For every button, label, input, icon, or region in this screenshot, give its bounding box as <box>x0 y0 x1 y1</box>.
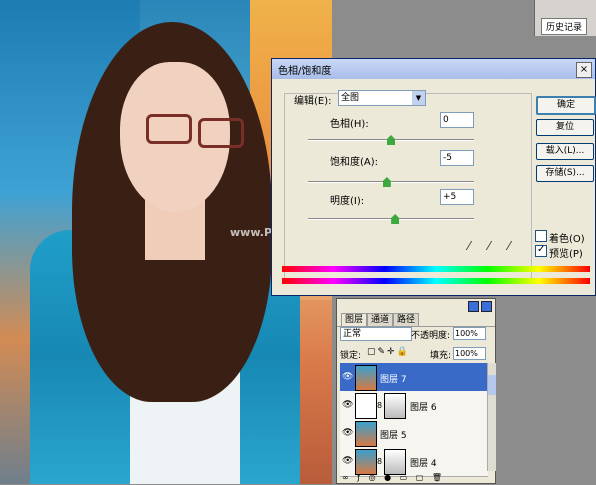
layer-thumbnail <box>355 393 377 419</box>
history-panel: 历史记录 <box>534 0 596 36</box>
eye-icon[interactable]: 👁 <box>342 428 353 438</box>
preview-checkbox[interactable]: ✓ <box>535 244 547 257</box>
link-icon[interactable]: 8 <box>377 401 382 410</box>
eyedropper-minus-icon[interactable]: ⁄ <box>508 239 510 253</box>
blend-mode-select[interactable]: 正常 <box>340 327 412 341</box>
colorize-checkbox[interactable] <box>535 230 547 242</box>
edit-label: 编辑(E): <box>294 96 332 107</box>
layer-row[interactable]: 👁 8 图层 6 <box>340 391 488 421</box>
layer-name: 图层 6 <box>410 403 437 413</box>
hue-field[interactable]: 0 <box>440 112 474 128</box>
reset-button[interactable]: 复位 <box>536 119 594 136</box>
minimize-icon[interactable] <box>468 301 479 312</box>
edit-select[interactable]: 全图 ▼ <box>338 90 426 106</box>
saturation-slider-track[interactable] <box>308 181 474 183</box>
opacity-label: 不透明度: <box>411 331 451 341</box>
adjustment-group <box>284 93 532 281</box>
layer-thumbnail <box>355 449 377 475</box>
layer-name: 图层 7 <box>380 375 407 385</box>
history-tab[interactable]: 历史记录 <box>541 18 588 35</box>
dialog-title: 色相/饱和度 <box>278 65 332 77</box>
layers-panel: 图层 通道 路径 正常 不透明度: 100% 锁定: ▢✎✛🔒 填充: 100%… <box>336 298 496 484</box>
lock-icons[interactable]: ▢✎✛🔒 <box>367 347 410 357</box>
tab-layers[interactable]: 图层 <box>341 313 368 326</box>
hue-saturation-dialog: 色相/饱和度 × 编辑(E): 全图 ▼ 色相(H): 0 饱和度(A): -5… <box>271 58 596 296</box>
glasses-right <box>198 118 244 148</box>
eye-icon[interactable]: 👁 <box>342 400 353 410</box>
lightness-field[interactable]: +5 <box>440 189 474 205</box>
preview-label: 预览(P) <box>549 249 583 260</box>
load-button[interactable]: 载入(L)... <box>536 143 594 160</box>
glasses-left <box>146 114 192 144</box>
tab-channels[interactable]: 通道 <box>367 313 394 326</box>
hue-label: 色相(H): <box>330 119 369 130</box>
eyedropper-icon[interactable]: ⁄ <box>468 239 470 253</box>
tab-paths[interactable]: 路径 <box>393 313 420 326</box>
close-icon[interactable] <box>481 301 492 312</box>
layer-row[interactable]: 👁 图层 5 <box>340 419 488 449</box>
colorize-label: 着色(O) <box>549 234 585 245</box>
opacity-field[interactable]: 100% <box>453 327 486 340</box>
layer-name: 图层 5 <box>380 431 407 441</box>
saturation-field[interactable]: -5 <box>440 150 474 166</box>
layers-scrollbar[interactable] <box>487 363 496 471</box>
layer-row[interactable]: 👁 图层 7 <box>340 363 488 393</box>
dialog-titlebar[interactable]: 色相/饱和度 <box>272 59 595 79</box>
layer-mask-thumbnail[interactable] <box>384 449 406 475</box>
link-icon[interactable]: 8 <box>377 457 382 466</box>
lightness-slider-track[interactable] <box>308 218 474 220</box>
panel-tabs: 图层 通道 路径 <box>337 313 495 327</box>
ok-button[interactable]: 确定 <box>536 96 596 115</box>
eye-icon[interactable]: 👁 <box>342 456 353 466</box>
close-button[interactable]: × <box>576 62 592 78</box>
lightness-label: 明度(I): <box>330 196 365 207</box>
color-bar-top <box>282 266 590 272</box>
save-button[interactable]: 存储(S)... <box>536 165 594 182</box>
layer-thumbnail <box>355 365 377 391</box>
saturation-label: 饱和度(A): <box>330 157 379 168</box>
layer-thumbnail <box>355 421 377 447</box>
fill-field[interactable]: 100% <box>453 347 486 360</box>
color-bar-bottom <box>282 278 590 284</box>
chevron-down-icon: ▼ <box>412 91 425 105</box>
layer-mask-thumbnail[interactable] <box>384 393 406 419</box>
lock-label: 锁定: <box>340 351 362 361</box>
panel-bottom-toolbar[interactable]: ∞ ƒ ◎ ● ▭ ▢ 🗑 <box>337 473 495 485</box>
layer-name: 图层 4 <box>410 459 437 469</box>
eye-icon[interactable]: 👁 <box>342 372 353 382</box>
scrollbar-thumb[interactable] <box>488 375 496 395</box>
eyedropper-plus-icon[interactable]: ⁄ <box>488 239 490 253</box>
fill-label: 填充: <box>430 351 452 361</box>
edit-select-value: 全图 <box>341 93 360 103</box>
